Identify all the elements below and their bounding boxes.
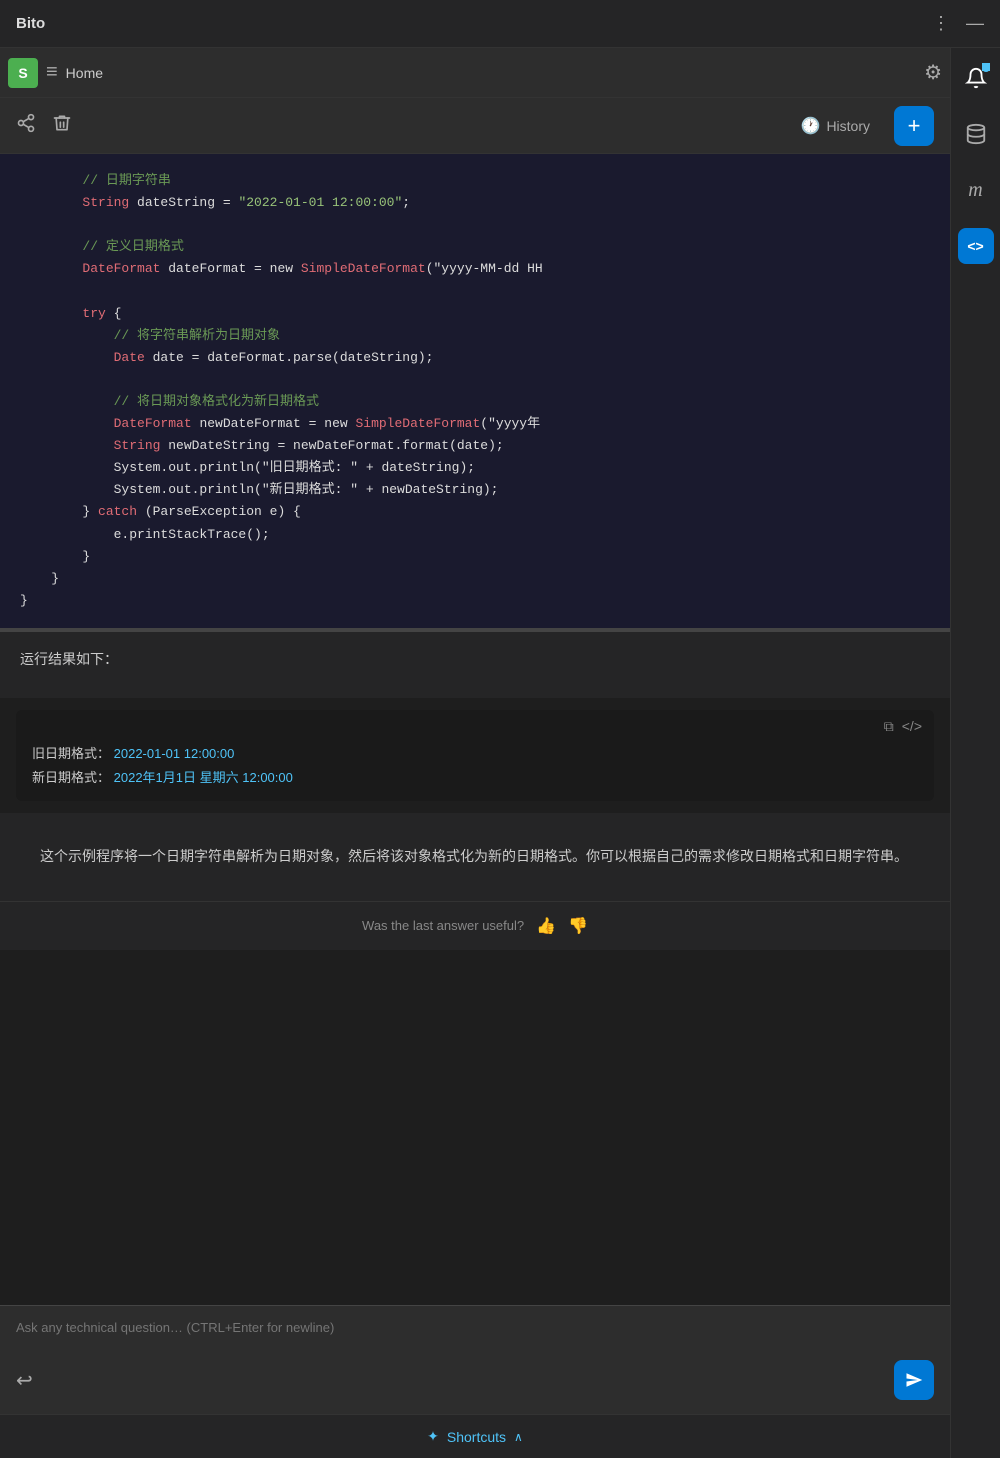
- thumbdown-icon[interactable]: 👎: [568, 916, 588, 936]
- minimize-icon[interactable]: —: [966, 13, 984, 34]
- code-line: String newDateString = newDateFormat.for…: [20, 435, 930, 457]
- history-button[interactable]: 🕐 History: [801, 116, 870, 136]
- app-title-area: Bito: [16, 15, 45, 32]
- code-line: try {: [20, 303, 930, 325]
- code-line: // 将字符串解析为日期对象: [20, 325, 930, 347]
- copy-icon[interactable]: ⧉: [884, 718, 894, 735]
- code-line: Date date = dateFormat.parse(dateString)…: [20, 347, 930, 369]
- code-line: [20, 280, 930, 302]
- spacer: [0, 950, 950, 980]
- feedback-bar: Was the last answer useful? 👍 👎: [0, 901, 950, 950]
- shortcuts-chevron: ∧: [514, 1430, 523, 1444]
- code-line: }: [20, 546, 930, 568]
- database-icon[interactable]: [958, 116, 994, 152]
- history-label: History: [826, 118, 870, 134]
- app-title: Bito: [16, 15, 45, 32]
- history-clock-icon: 🕐: [801, 116, 821, 136]
- code-line: // 定义日期格式: [20, 236, 930, 258]
- code-line: }: [20, 590, 930, 612]
- output-toolbar: ⧉ </>: [884, 718, 922, 735]
- feedback-label: Was the last answer useful?: [362, 918, 524, 933]
- user-avatar[interactable]: S: [8, 58, 38, 88]
- shortcuts-bar[interactable]: ✦ Shortcuts ∧: [0, 1414, 950, 1458]
- line1-value: 2022-01-01 12:00:00: [114, 746, 235, 761]
- toolbar: 🕐 History +: [0, 98, 950, 154]
- menu-icon[interactable]: ≡: [46, 61, 58, 84]
- chat-area: // 日期字符串 String dateString = "2022-01-01…: [0, 154, 950, 1305]
- tab-bar: S ≡ Home ⚙: [0, 48, 950, 98]
- send-button[interactable]: [894, 1360, 934, 1400]
- output-block: ⧉ </> 旧日期格式： 2022-01-01 12:00:00 新日期格式： …: [16, 710, 934, 801]
- more-options-icon[interactable]: ⋮: [932, 13, 950, 34]
- line2-value: 2022年1月1日 星期六 12:00:00: [114, 770, 293, 785]
- output-content: 旧日期格式： 2022-01-01 12:00:00 新日期格式： 2022年1…: [32, 742, 918, 789]
- code-line: String dateString = "2022-01-01 12:00:00…: [20, 192, 930, 214]
- notification-button[interactable]: [958, 60, 994, 96]
- output-line-1: 旧日期格式： 2022-01-01 12:00:00: [32, 742, 918, 765]
- output-code-icon[interactable]: </>: [902, 718, 922, 735]
- description-text: 这个示例程序将一个日期字符串解析为日期对象，然后将该对象格式化为新的日期格式。你…: [20, 829, 930, 885]
- code-line: } catch (ParseException e) {: [20, 501, 930, 523]
- code-line: [20, 214, 930, 236]
- code-line: DateFormat newDateFormat = new SimpleDat…: [20, 413, 930, 435]
- line2-label: 新日期格式：: [32, 770, 110, 785]
- main-layout: S ≡ Home ⚙ 🕐 History: [0, 48, 1000, 1458]
- right-sidebar: m <>: [950, 48, 1000, 1458]
- output-line-2: 新日期格式： 2022年1月1日 星期六 12:00:00: [32, 766, 918, 789]
- code-line: }: [20, 568, 930, 590]
- trash-icon[interactable]: [52, 113, 72, 139]
- code-line: // 将日期对象格式化为新日期格式: [20, 391, 930, 413]
- main-panel: S ≡ Home ⚙ 🕐 History: [0, 48, 950, 1458]
- add-chat-button[interactable]: +: [894, 106, 934, 146]
- code-line: [20, 369, 930, 391]
- code-line: // 日期字符串: [20, 170, 930, 192]
- shortcuts-icon: ✦: [427, 1428, 439, 1445]
- result-label: 运行结果如下：: [20, 648, 930, 670]
- title-bar: Bito ⋮ —: [0, 0, 1000, 48]
- title-bar-controls: ⋮ —: [932, 13, 984, 34]
- italic-m-icon[interactable]: m: [958, 172, 994, 208]
- shortcuts-label: Shortcuts: [447, 1429, 506, 1445]
- code-line: e.printStackTrace();: [20, 524, 930, 546]
- undo-button[interactable]: ↩: [16, 1368, 33, 1393]
- input-area: ↩: [0, 1305, 950, 1414]
- code-line: System.out.println("旧日期格式: " + dateStrin…: [20, 457, 930, 479]
- code-line: DateFormat dateFormat = new SimpleDateFo…: [20, 258, 930, 280]
- thumbup-icon[interactable]: 👍: [536, 916, 556, 936]
- code-button[interactable]: <>: [958, 228, 994, 264]
- tab-home-label[interactable]: Home: [66, 65, 103, 81]
- response-area: 运行结果如下：: [0, 632, 950, 698]
- input-toolbar: ↩: [16, 1360, 934, 1400]
- code-block: // 日期字符串 String dateString = "2022-01-01…: [0, 154, 950, 632]
- code-line: System.out.println("新日期格式: " + newDateSt…: [20, 479, 930, 501]
- settings-icon[interactable]: ⚙: [924, 60, 942, 85]
- share-icon[interactable]: [16, 113, 36, 139]
- line1-label: 旧日期格式：: [32, 746, 110, 761]
- question-input[interactable]: [16, 1320, 934, 1350]
- description-area: 这个示例程序将一个日期字符串解析为日期对象，然后将该对象格式化为新的日期格式。你…: [0, 813, 950, 901]
